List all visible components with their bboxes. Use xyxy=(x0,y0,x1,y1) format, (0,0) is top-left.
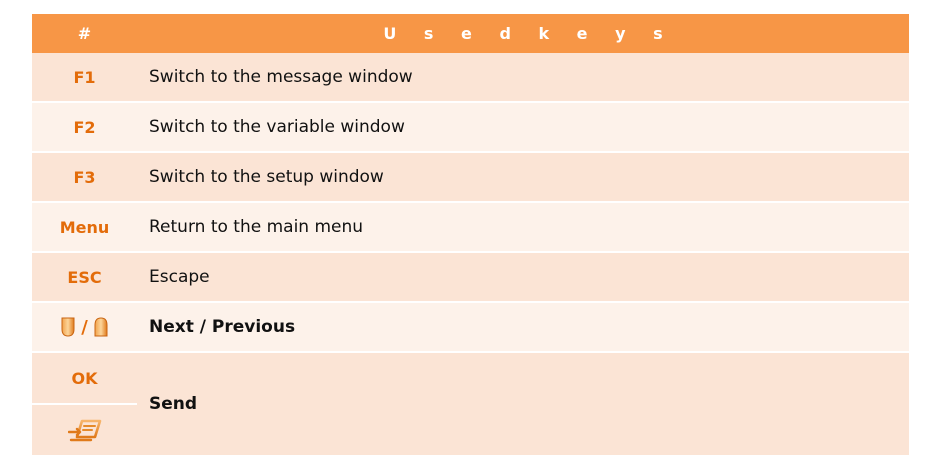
key-f1: F1 xyxy=(73,67,96,87)
table-row: ESC Escape xyxy=(32,253,909,303)
table-row: F3 Switch to the setup window xyxy=(32,153,909,203)
table-row: Menu Return to the main menu xyxy=(32,203,909,253)
row-description: Return to the main menu xyxy=(149,217,364,237)
key-f3: F3 xyxy=(73,167,96,187)
row-description: Escape xyxy=(149,267,210,287)
row-description: Switch to the setup window xyxy=(149,167,384,187)
header-hash: # xyxy=(77,24,92,43)
table-row: F2 Switch to the variable window xyxy=(32,103,909,153)
down-arrow-key-icon xyxy=(61,317,75,337)
header-used-keys: U s e d k e y s xyxy=(383,24,674,43)
table-row: F1 Switch to the message window xyxy=(32,53,909,103)
key-esc: ESC xyxy=(67,267,102,287)
used-keys-table: # U s e d k e y s F1 Switch to the messa… xyxy=(32,14,909,455)
key-ok: OK xyxy=(32,353,137,405)
up-arrow-key-icon xyxy=(94,317,108,337)
table-row: / Next / Previous xyxy=(32,303,909,353)
send-keys-cell: OK xyxy=(32,353,137,455)
row-description: Send xyxy=(149,394,198,414)
send-envelope-icon xyxy=(67,419,101,442)
row-description: Switch to the message window xyxy=(149,67,413,87)
arrow-separator: / xyxy=(81,316,88,338)
table-header: # U s e d k e y s xyxy=(32,14,909,53)
row-description: Next / Previous xyxy=(149,317,296,337)
table-row: OK Send xyxy=(32,353,909,455)
key-arrows: / xyxy=(32,303,137,351)
row-description: Switch to the variable window xyxy=(149,117,405,137)
key-menu: Menu xyxy=(59,217,110,237)
key-f2: F2 xyxy=(73,117,96,137)
